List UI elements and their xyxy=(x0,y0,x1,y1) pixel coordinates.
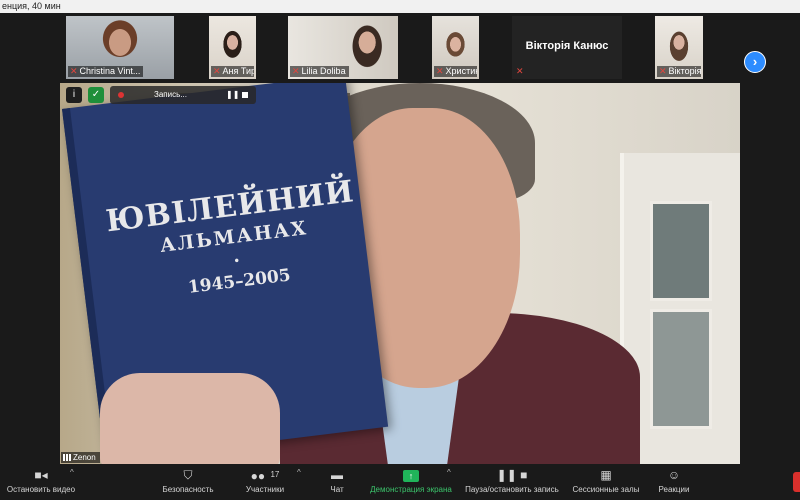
zoom-window: енция, 40 мин ✕ Christina Vint... ✕ Аня Ти… xyxy=(0,0,800,500)
participant-name: Христина Ку... xyxy=(445,66,477,76)
participant-thumb[interactable]: ✕ Christina Vint... xyxy=(66,16,174,79)
speaker-name-tag: Zenon xyxy=(61,452,100,463)
muted-mic-icon: ✕ xyxy=(659,66,667,76)
window-title: енция, 40 мин xyxy=(0,0,800,13)
share-options-caret-icon[interactable]: ^ xyxy=(447,468,451,477)
background-window xyxy=(650,201,712,301)
shield-icon[interactable]: ✓ xyxy=(88,87,104,103)
speaker-name: Zenon xyxy=(73,453,96,462)
recording-indicator: Запись... ❚❚ xyxy=(110,86,256,104)
participant-name-tag: ✕ Lilia Doliba xyxy=(290,66,349,77)
share-screen-button[interactable]: ↑ Демонстрация экрана xyxy=(366,466,456,498)
shield-icon: ⛉ xyxy=(183,468,193,482)
chat-bubble-icon: ▬ xyxy=(331,468,343,482)
participant-name-tag: ✕ xyxy=(514,66,529,77)
pause-recording-label: Пауза/остановить запись xyxy=(465,485,559,494)
participant-thumb[interactable]: ✕ Lilia Doliba xyxy=(288,16,398,79)
participant-name-tag: ✕Христина Ку... xyxy=(434,66,477,77)
participant-thumb[interactable]: Вікторія Канюс ✕ xyxy=(512,16,622,79)
participants-label: Участники xyxy=(245,485,285,494)
smiley-icon: ☺ xyxy=(667,468,681,482)
muted-mic-icon: ✕ xyxy=(516,66,524,76)
participant-thumb[interactable]: ✕Вікторія Рош... xyxy=(655,16,703,79)
participant-name-tag: ✕Аня Тирлич xyxy=(211,66,254,77)
next-page-arrow-icon[interactable]: › xyxy=(744,51,766,73)
muted-mic-icon: ✕ xyxy=(436,66,444,76)
stop-recording-icon[interactable] xyxy=(242,92,248,98)
participant-name: Christina Vint... xyxy=(79,66,141,76)
reactions-button[interactable]: ☺ Реакции xyxy=(654,466,694,498)
muted-mic-icon: ✕ xyxy=(292,66,300,76)
end-meeting-button[interactable] xyxy=(793,472,800,492)
share-screen-icon: ↑ xyxy=(366,468,456,482)
participant-display-name: Вікторія Канюс xyxy=(525,40,609,52)
participant-name: Вікторія Рош... xyxy=(668,66,701,76)
muted-mic-icon: ✕ xyxy=(213,66,221,76)
security-label: Безопасность xyxy=(162,485,214,494)
meeting-toolbar: ■◂ Остановить видео ^ ⛉ Безопасность ●● … xyxy=(0,464,800,500)
participant-name: Lilia Doliba xyxy=(301,66,346,76)
participant-name-tag: ✕ Christina Vint... xyxy=(68,66,144,77)
pause-recording-icon[interactable]: ❚❚ xyxy=(226,86,239,104)
chat-button[interactable]: ▬ Чат xyxy=(320,466,354,498)
video-camera-icon: ■◂ xyxy=(34,468,48,482)
pause-recording-button[interactable]: ❚❚ ■ Пауза/остановить запись xyxy=(462,466,562,498)
participant-strip: ✕Christina Vint... ✕Аня Тирлич ✕Lilia Do… xyxy=(0,13,800,83)
info-icon[interactable]: i xyxy=(66,87,82,103)
chat-label: Чат xyxy=(330,485,344,494)
security-button[interactable]: ⛉ Безопасность xyxy=(158,466,218,498)
book-title: ЮВІЛЕЙНИЙ АЛЬМАНАХ • 1945–2005 xyxy=(104,174,365,307)
speaker-hand xyxy=(100,373,280,464)
share-screen-label: Демонстрация экрана xyxy=(370,485,452,494)
video-options-caret-icon[interactable]: ^ xyxy=(70,468,74,477)
active-speaker-video: ЮВІЛЕЙНИЙ АЛЬМАНАХ • 1945–2005 i ✓ Запис… xyxy=(60,83,740,464)
participants-count: 17 xyxy=(270,470,280,479)
participants-button[interactable]: ●● 17 Участники xyxy=(240,466,290,498)
participant-name-tag: ✕Вікторія Рош... xyxy=(657,66,701,77)
breakout-rooms-button[interactable]: ▦ Сессионные залы xyxy=(570,466,642,498)
participants-icon: ●● 17 xyxy=(250,469,280,483)
breakout-rooms-label: Сессионные залы xyxy=(572,485,640,494)
stop-video-label: Остановить видео xyxy=(6,485,76,494)
breakout-rooms-icon: ▦ xyxy=(600,468,612,482)
record-dot-icon xyxy=(118,92,124,98)
participant-name: Аня Тирлич xyxy=(222,66,254,76)
recording-label: Запись... xyxy=(154,90,187,99)
participant-thumb[interactable]: ✕Аня Тирлич xyxy=(209,16,256,79)
reactions-label: Реакции xyxy=(658,485,690,494)
participants-options-caret-icon[interactable]: ^ xyxy=(297,468,301,477)
stop-video-button[interactable]: ■◂ Остановить видео xyxy=(6,466,76,498)
signal-bars-icon xyxy=(63,454,71,461)
pause-stop-recording-icon: ❚❚ ■ xyxy=(496,468,528,482)
background-window xyxy=(650,309,712,429)
muted-mic-icon: ✕ xyxy=(70,66,78,76)
participant-thumb[interactable]: ✕Христина Ку... xyxy=(432,16,479,79)
